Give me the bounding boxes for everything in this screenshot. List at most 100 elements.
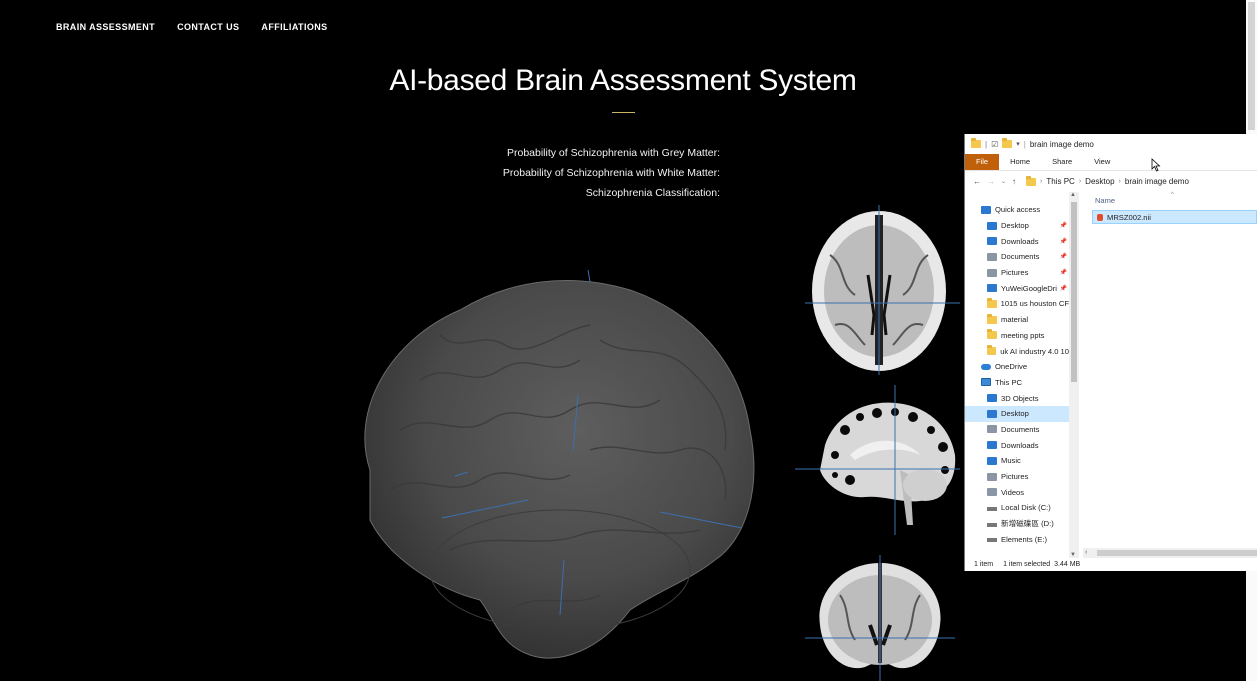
breadcrumb-desktop[interactable]: Desktop (1085, 177, 1114, 186)
nav-item-onedrive[interactable]: OneDrive (965, 359, 1069, 375)
nav-item-downloads[interactable]: Downloads 📌 (965, 233, 1069, 249)
nav-item-label: Quick access (995, 205, 1041, 215)
nav-affiliations[interactable]: AFFILIATIONS (261, 22, 327, 32)
explorer-titlebar[interactable]: | ☑ ▾ | brain image demo (965, 134, 1257, 154)
chevron-right-icon: › (1078, 178, 1082, 185)
page-scrollbar-thumb[interactable] (1248, 2, 1255, 130)
nav-item-d[interactable]: 新增磁碟區 (D:) (965, 516, 1069, 532)
mouse-cursor-icon (1151, 158, 1161, 172)
nav-item-label: Downloads (1001, 440, 1039, 450)
new-folder-icon[interactable] (1002, 138, 1013, 148)
nav-item-3d-objects[interactable]: 3D Objects (965, 390, 1069, 406)
nav-item-quick-access[interactable]: Quick access (965, 202, 1069, 218)
nav-item-label: Music (1001, 456, 1021, 466)
axial-slice-image[interactable] (800, 205, 960, 375)
pin-icon[interactable]: 📌 (1060, 269, 1067, 276)
brain-3d-render[interactable] (330, 260, 770, 670)
tab-view[interactable]: View (1083, 154, 1121, 170)
nav-item-local-disk-c[interactable]: Local Disk (C:) (965, 500, 1069, 516)
nav-item-label: 新增磁碟區 (D:) (1001, 519, 1054, 529)
up-arrow-icon[interactable]: ↑ (1012, 177, 1016, 186)
nav-item-desktop[interactable]: Desktop (965, 405, 1069, 422)
pin-icon[interactable]: 📌 (1060, 285, 1067, 292)
nav-item-videos[interactable]: Videos (965, 484, 1069, 500)
name-column-header[interactable]: ^ Name (1081, 192, 1257, 210)
nav-item-label: Pictures (1001, 472, 1029, 482)
window-title: brain image demo (1029, 139, 1094, 149)
tab-share[interactable]: Share (1041, 154, 1083, 170)
nav-item-label: Pictures (1001, 268, 1029, 278)
explorer-body: Quick access Desktop 📌 Downloads 📌 Documents 📌… (965, 192, 1257, 558)
item-count: 1 item (974, 561, 994, 568)
nav-item-this-pc[interactable]: This PC (965, 375, 1069, 391)
nav-item-label: Desktop (1001, 409, 1029, 419)
recent-locations-icon[interactable]: ⌄ (1001, 178, 1006, 185)
nav-contact-us[interactable]: CONTACT US (177, 22, 239, 32)
nav-brain-assessment[interactable]: BRAIN ASSESSMENT (56, 22, 155, 32)
nav-item-material[interactable]: material (965, 312, 1069, 328)
file-list-pane: ^ Name MRSZ002.nii ‹ (1081, 192, 1257, 558)
address-bar[interactable]: ← → ⌄ ↑ › This PC › Desktop › brain imag… (965, 170, 1257, 192)
coronal-slice-image[interactable] (805, 555, 955, 681)
classification-label: Schizophrenia Classification: (585, 187, 720, 199)
selected-size: 3.44 MB (1054, 561, 1081, 568)
pin-icon[interactable]: 📌 (1060, 253, 1067, 260)
forward-arrow-icon[interactable]: → (987, 177, 995, 186)
nav-pane-scrollbar[interactable]: ▲ ▼ (1069, 192, 1079, 558)
checkmark-icon[interactable]: ☑ (991, 140, 998, 149)
properties-icon[interactable]: | (985, 140, 987, 149)
nii-file-icon (1097, 213, 1103, 221)
file-row[interactable]: MRSZ002.nii (1092, 210, 1257, 224)
nav-pane-scrollbar-thumb[interactable] (1071, 202, 1077, 382)
breadcrumb-this-pc[interactable]: This PC (1046, 177, 1074, 186)
navigation-list: Quick access Desktop 📌 Downloads 📌 Documents 📌… (965, 202, 1069, 547)
tab-file[interactable]: File (965, 154, 1000, 170)
title-divider (612, 112, 635, 113)
pictures-icon (987, 472, 997, 481)
customize-toolbar-icon[interactable]: ▾ (1016, 140, 1020, 148)
nav-item-documents[interactable]: Documents 📌 (965, 249, 1069, 265)
nav-item-label: material (1001, 315, 1029, 325)
scroll-up-icon[interactable]: ▲ (1070, 192, 1076, 198)
breadcrumb-current-folder[interactable]: brain image demo (1125, 177, 1189, 186)
pin-icon[interactable]: 📌 (1060, 238, 1067, 245)
back-arrow-icon[interactable]: ← (973, 177, 981, 186)
nav-item-downloads[interactable]: Downloads (965, 437, 1069, 453)
status-bar: 1 item 1 item selected 3.44 MB (965, 558, 1257, 571)
pin-icon[interactable]: 📌 (1060, 222, 1067, 229)
desktop-icon (987, 221, 997, 230)
desktop-icon (987, 409, 997, 418)
folder-icon (971, 138, 981, 148)
nav-item-uk-ai-industry-4-0-10[interactable]: uk AI industry 4.0 10 (965, 343, 1069, 359)
nav-item-label: uk AI industry 4.0 10 (1000, 346, 1069, 356)
nav-item-elements-e[interactable]: Elements (E:) (965, 531, 1069, 547)
pictures-icon (987, 268, 997, 277)
sagittal-slice-image[interactable] (795, 385, 960, 535)
breadcrumb: › This PC › Desktop › brain image demo (1026, 175, 1189, 186)
nav-item-label: Desktop (1001, 221, 1029, 231)
file-list-hscrollbar-thumb[interactable] (1097, 550, 1257, 556)
tab-home[interactable]: Home (999, 154, 1041, 170)
file-explorer-window[interactable]: | ☑ ▾ | brain image demo File Home Share… (964, 134, 1257, 571)
music-icon (987, 456, 997, 465)
nav-item-1015-us-houston-cf[interactable]: 1015 us houston CF (965, 296, 1069, 312)
nav-item-meeting-ppts[interactable]: meeting ppts (965, 328, 1069, 344)
star-icon (981, 205, 991, 214)
nav-item-label: Downloads (1001, 236, 1039, 246)
nav-item-pictures[interactable]: Pictures 📌 (965, 265, 1069, 281)
3d-objects-icon (987, 394, 997, 403)
top-nav: BRAIN ASSESSMENT CONTACT US AFFILIATIONS (56, 22, 350, 32)
nav-item-music[interactable]: Music (965, 453, 1069, 469)
nav-item-label: Local Disk (C:) (1001, 503, 1051, 513)
file-list-hscrollbar[interactable]: ‹ (1083, 548, 1257, 558)
download-icon (987, 441, 997, 450)
scroll-left-icon[interactable]: ‹ (1085, 549, 1087, 556)
google-drive-icon (987, 284, 997, 293)
nav-item-documents[interactable]: Documents (965, 422, 1069, 438)
nav-item-yuweigoogledri[interactable]: YuWeiGoogleDri 📌 (965, 280, 1069, 296)
nav-item-desktop[interactable]: Desktop 📌 (965, 218, 1069, 234)
nav-item-label: Documents (1001, 424, 1040, 434)
videos-icon (987, 488, 997, 497)
chevron-right-icon: › (1040, 178, 1043, 185)
nav-item-pictures[interactable]: Pictures (965, 469, 1069, 485)
